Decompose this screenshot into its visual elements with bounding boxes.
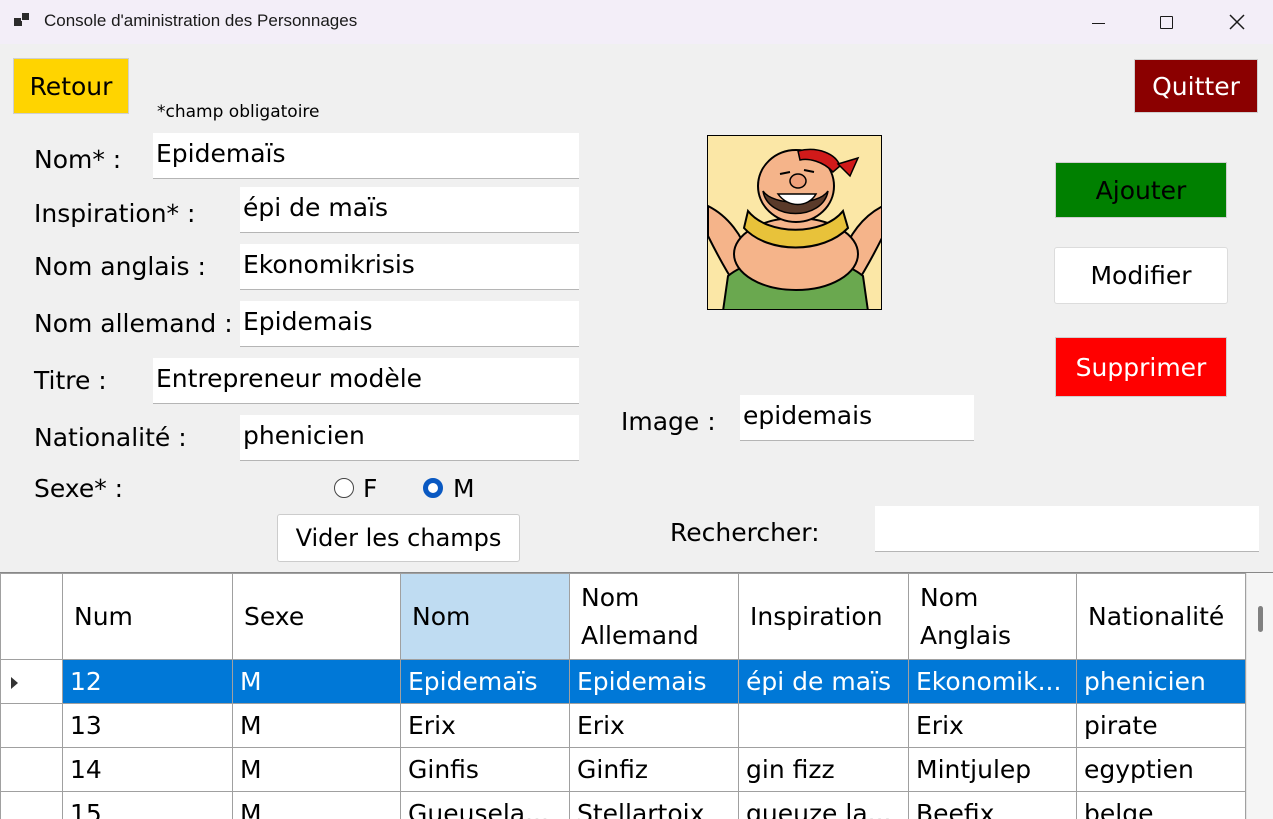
cell-inspiration[interactable]: gueuze la... xyxy=(738,791,909,819)
cell-nationalite[interactable]: egyptien xyxy=(1076,747,1246,792)
characters-table: Num Sexe Nom Nom Allemand Inspiration No… xyxy=(0,573,1246,819)
characters-grid[interactable]: Num Sexe Nom Nom Allemand Inspiration No… xyxy=(0,572,1273,819)
required-note: *champ obligatoire xyxy=(157,102,320,122)
header-row: Num Sexe Nom Nom Allemand Inspiration No… xyxy=(0,573,1246,660)
nationalite-field[interactable]: phenicien xyxy=(240,415,579,461)
column-header-nationalite[interactable]: Nationalité xyxy=(1076,573,1246,660)
cell-nationalite[interactable]: phenicien xyxy=(1076,659,1246,704)
sexe-f-label: F xyxy=(363,474,378,503)
quitter-button[interactable]: Quitter xyxy=(1134,59,1258,113)
column-header-nom-anglais[interactable]: Nom Anglais xyxy=(908,573,1077,660)
row-header-corner xyxy=(0,573,63,660)
column-header-inspiration[interactable]: Inspiration xyxy=(738,573,909,660)
close-icon xyxy=(1229,14,1245,30)
image-label: Image : xyxy=(621,407,716,436)
cell-sexe[interactable]: M xyxy=(232,791,401,819)
cell-num[interactable]: 14 xyxy=(62,747,233,792)
sexe-f-radio[interactable] xyxy=(334,478,354,498)
cell-nom[interactable]: Epidemaïs xyxy=(400,659,570,704)
supprimer-button[interactable]: Supprimer xyxy=(1055,337,1227,397)
cell-nom[interactable]: Ginfis xyxy=(400,747,570,792)
table-row[interactable]: 13 M Erix Erix Erix pirate xyxy=(0,703,1246,748)
cell-sexe[interactable]: M xyxy=(232,747,401,792)
inspiration-field[interactable]: épi de maïs xyxy=(240,187,579,233)
cell-nationalite[interactable]: belge xyxy=(1076,791,1246,819)
titre-field[interactable]: Entrepreneur modèle xyxy=(153,358,579,404)
scrollbar-thumb[interactable] xyxy=(1258,606,1263,632)
current-row-icon xyxy=(11,677,18,689)
ajouter-button[interactable]: Ajouter xyxy=(1055,162,1227,218)
sexe-m-radio[interactable] xyxy=(423,478,443,498)
cell-inspiration[interactable]: gin fizz xyxy=(738,747,909,792)
cell-nom-anglais[interactable]: Mintjulep xyxy=(908,747,1077,792)
cell-nom-anglais[interactable]: Beefix xyxy=(908,791,1077,819)
nom-allemand-field[interactable]: Epidemais xyxy=(240,301,579,347)
cell-nom[interactable]: Erix xyxy=(400,703,570,748)
character-image xyxy=(707,135,882,310)
cell-sexe[interactable]: M xyxy=(232,703,401,748)
column-header-sexe[interactable]: Sexe xyxy=(232,573,401,660)
close-button[interactable] xyxy=(1207,0,1267,44)
rechercher-field[interactable] xyxy=(875,506,1259,552)
cell-nom-allemand[interactable]: Epidemais xyxy=(569,659,739,704)
row-header[interactable] xyxy=(0,747,63,792)
cell-num[interactable]: 12 xyxy=(62,659,233,704)
maximize-button[interactable] xyxy=(1136,0,1196,44)
table-row[interactable]: 12 M Epidemaïs Epidemais épi de maïs Eko… xyxy=(0,659,1246,704)
minimize-button[interactable] xyxy=(1068,0,1128,44)
cell-nom-allemand[interactable]: Erix xyxy=(569,703,739,748)
cell-nationalite[interactable]: pirate xyxy=(1076,703,1246,748)
cell-nom-anglais[interactable]: Erix xyxy=(908,703,1077,748)
nom-anglais-field[interactable]: Ekonomikrisis xyxy=(240,244,579,290)
table-row[interactable]: 14 M Ginfis Ginfiz gin fizz Mintjulep eg… xyxy=(0,747,1246,792)
app-icon xyxy=(14,12,32,28)
row-header[interactable] xyxy=(0,659,63,704)
sexe-m-label: M xyxy=(453,474,475,503)
table-row[interactable]: 15 M Gueusela... Stellartoix gueuze la..… xyxy=(0,791,1246,819)
window-title: Console d'aministration des Personnages xyxy=(44,11,358,30)
row-header[interactable] xyxy=(0,791,63,819)
column-header-nom[interactable]: Nom xyxy=(400,573,570,660)
cell-nom-anglais[interactable]: Ekonomik... xyxy=(908,659,1077,704)
column-header-nom-allemand[interactable]: Nom Allemand xyxy=(569,573,739,660)
nom-label: Nom* : xyxy=(34,145,122,174)
nom-anglais-label: Nom anglais : xyxy=(34,252,206,281)
maximize-icon xyxy=(1159,15,1173,29)
cell-num[interactable]: 15 xyxy=(62,791,233,819)
minimize-icon xyxy=(1091,22,1105,24)
inspiration-label: Inspiration* : xyxy=(34,199,196,228)
vider-champs-button[interactable]: Vider les champs xyxy=(277,514,520,562)
cell-num[interactable]: 13 xyxy=(62,703,233,748)
title-bar: Console d'aministration des Personnages xyxy=(0,0,1273,44)
cell-inspiration[interactable] xyxy=(738,703,909,748)
retour-button[interactable]: Retour xyxy=(13,58,129,114)
cell-sexe[interactable]: M xyxy=(232,659,401,704)
sexe-label: Sexe* : xyxy=(34,474,124,503)
cell-nom-allemand[interactable]: Stellartoix xyxy=(569,791,739,819)
modifier-button[interactable]: Modifier xyxy=(1054,247,1228,304)
cell-nom[interactable]: Gueusela... xyxy=(400,791,570,819)
column-header-num[interactable]: Num xyxy=(62,573,233,660)
row-header[interactable] xyxy=(0,703,63,748)
nom-allemand-label: Nom allemand : xyxy=(34,309,233,338)
titre-label: Titre : xyxy=(34,366,107,395)
nom-field[interactable]: Epidemaïs xyxy=(153,133,579,179)
cell-nom-allemand[interactable]: Ginfiz xyxy=(569,747,739,792)
rechercher-label: Rechercher: xyxy=(670,518,820,547)
cell-inspiration[interactable]: épi de maïs xyxy=(738,659,909,704)
image-field[interactable]: epidemais xyxy=(740,395,974,441)
vertical-scrollbar[interactable] xyxy=(1246,573,1273,819)
nationalite-label: Nationalité : xyxy=(34,423,187,452)
